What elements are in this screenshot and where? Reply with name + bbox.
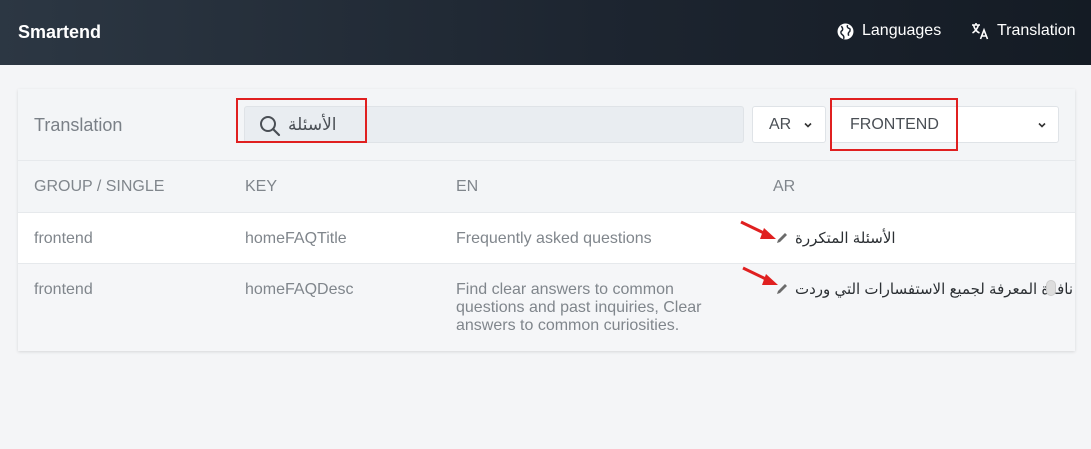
column-header-key: KEY <box>245 178 278 195</box>
column-header-en: EN <box>456 178 479 195</box>
nav-translation-label: Translation <box>997 22 1076 39</box>
annotation-arrow <box>742 266 778 285</box>
nav-translation[interactable]: Translation <box>971 22 1076 40</box>
cell-ar-editable[interactable]: نافذة المعرفة لجميع الاستفسارات التي ورد… <box>775 280 1073 298</box>
highlight-box-search <box>236 98 367 143</box>
chevron-down-icon <box>804 122 812 128</box>
card-title: Translation <box>34 115 123 135</box>
annotation-arrow <box>740 220 776 239</box>
nav-languages[interactable]: Languages <box>837 22 941 40</box>
column-header-ar: AR <box>773 178 796 195</box>
cell-group: frontend <box>34 281 93 298</box>
table-row: frontend homeFAQTitle Frequently asked q… <box>18 213 1075 264</box>
nav-languages-label: Languages <box>862 22 942 39</box>
cell-ar-text: نافذة المعرفة لجميع الاستفسارات التي ورد… <box>795 281 1073 298</box>
cell-scroll-handle[interactable] <box>1046 280 1056 296</box>
table-header: GROUP / SINGLE KEY EN AR <box>18 161 1075 213</box>
translate-icon <box>972 23 989 40</box>
cell-ar-editable[interactable]: الأسئلة المتكررة <box>775 229 896 247</box>
cell-group: frontend <box>34 230 93 247</box>
globe-icon <box>837 23 854 39</box>
cell-key: homeFAQTitle <box>245 230 347 247</box>
cell-key: homeFAQDesc <box>245 281 354 298</box>
language-select-value: AR <box>769 116 792 133</box>
cell-ar-text: الأسئلة المتكررة <box>795 230 896 247</box>
brand-logo[interactable]: Smartend <box>18 22 101 43</box>
language-select[interactable]: AR <box>752 106 826 143</box>
cell-en: Find clear answers to common questions a… <box>456 281 702 334</box>
table-row: frontend homeFAQDesc Find clear answers … <box>18 264 1075 351</box>
highlight-box-group-select <box>830 98 958 151</box>
cell-en: Frequently asked questions <box>456 230 652 247</box>
column-header-group: GROUP / SINGLE <box>34 178 165 195</box>
chevron-down-icon <box>1038 122 1046 128</box>
top-navbar: Smartend Languages Translation <box>0 0 1091 65</box>
